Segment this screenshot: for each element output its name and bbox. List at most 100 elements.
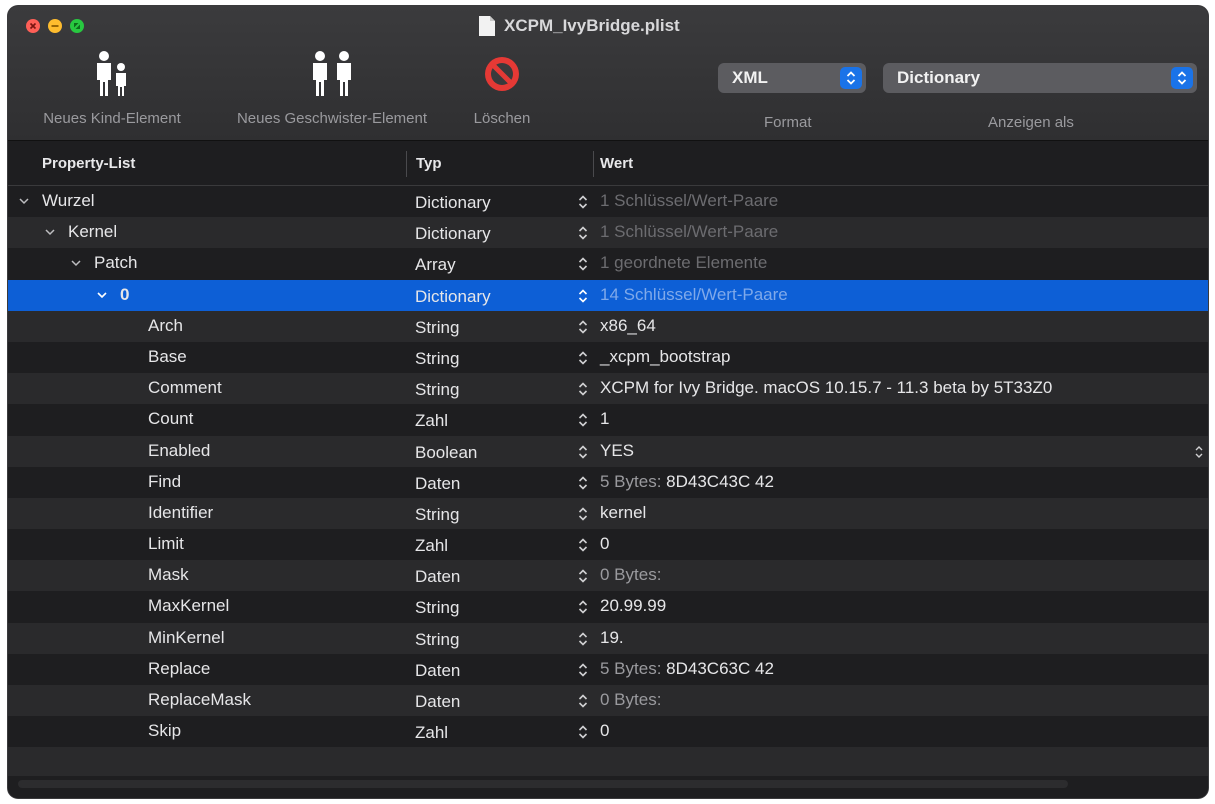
zoom-window-button[interactable]	[70, 19, 84, 33]
row-type[interactable]: String	[415, 349, 459, 369]
row-key[interactable]: Find	[148, 472, 181, 492]
row-key[interactable]: MinKernel	[148, 628, 225, 648]
type-stepper-icon[interactable]	[577, 319, 589, 335]
row-value[interactable]: _xcpm_bootstrap	[600, 347, 730, 367]
table-row[interactable]: Identifier String kernel	[8, 497, 1208, 530]
new-child-button[interactable]: Neues Kind-Element	[20, 50, 204, 127]
new-sibling-button[interactable]: Neues Geschwister-Element	[208, 50, 456, 127]
type-stepper-icon[interactable]	[577, 256, 589, 272]
type-stepper-icon[interactable]	[577, 537, 589, 553]
row-type[interactable]: Daten	[415, 661, 460, 681]
type-stepper-icon[interactable]	[577, 724, 589, 740]
row-value[interactable]: 5 Bytes: 8D43C63C 42	[600, 659, 774, 679]
row-type[interactable]: String	[415, 630, 459, 650]
column-divider[interactable]	[406, 151, 407, 177]
row-value[interactable]: 0	[600, 534, 609, 554]
type-stepper-icon[interactable]	[577, 225, 589, 241]
row-type[interactable]: Boolean	[415, 443, 477, 463]
table-row[interactable]: Limit Zahl 0	[8, 529, 1208, 560]
row-key[interactable]: Enabled	[148, 441, 210, 461]
close-window-button[interactable]	[26, 19, 40, 33]
horizontal-scrollbar[interactable]	[8, 776, 1208, 798]
type-stepper-icon[interactable]	[577, 194, 589, 210]
table-row[interactable]: Mask Daten 0 Bytes:	[8, 560, 1208, 592]
row-value[interactable]: 20.99.99	[600, 596, 666, 616]
row-type[interactable]: Dictionary	[415, 287, 491, 307]
row-type[interactable]: Zahl	[415, 411, 448, 431]
boolean-value-select[interactable]: YES	[600, 441, 634, 461]
type-stepper-icon[interactable]	[577, 568, 589, 584]
type-stepper-icon[interactable]	[577, 381, 589, 397]
row-type[interactable]: String	[415, 598, 459, 618]
table-row[interactable]: Wurzel Dictionary 1 Schlüssel/Wert-Paare	[8, 186, 1208, 217]
column-divider[interactable]	[593, 151, 594, 177]
row-value[interactable]: 19.	[600, 628, 624, 648]
row-key[interactable]: Comment	[148, 378, 222, 398]
row-type[interactable]: Dictionary	[415, 193, 491, 213]
type-stepper-icon[interactable]	[577, 350, 589, 366]
row-key[interactable]: Skip	[148, 721, 181, 741]
row-type[interactable]: Daten	[415, 567, 460, 587]
row-type[interactable]: Zahl	[415, 723, 448, 743]
table-row[interactable]: ReplaceMask Daten 0 Bytes:	[8, 685, 1208, 717]
boolean-stepper-icon[interactable]	[1194, 445, 1204, 459]
table-row[interactable]: Find Daten 5 Bytes: 8D43C43C 42	[8, 467, 1208, 498]
column-header-property[interactable]: Property-List	[42, 155, 135, 172]
format-select[interactable]: XML	[718, 63, 866, 93]
chevron-down-icon[interactable]	[44, 226, 56, 238]
type-stepper-icon[interactable]	[577, 412, 589, 428]
table-row[interactable]: Arch String x86_64	[8, 310, 1208, 342]
row-key[interactable]: Base	[148, 347, 187, 367]
row-type[interactable]: Daten	[415, 474, 460, 494]
type-stepper-icon[interactable]	[577, 506, 589, 522]
column-header-value[interactable]: Wert	[600, 155, 633, 172]
row-value[interactable]: 1	[600, 409, 609, 429]
row-key[interactable]: MaxKernel	[148, 596, 229, 616]
row-key[interactable]: Count	[148, 409, 193, 429]
table-row-selected[interactable]: 0 Dictionary 14 Schlüssel/Wert-Paare	[8, 279, 1208, 311]
row-value[interactable]: kernel	[600, 503, 646, 523]
chevron-down-icon[interactable]	[18, 195, 30, 207]
row-type[interactable]: Daten	[415, 692, 460, 712]
type-stepper-icon[interactable]	[577, 662, 589, 678]
row-type[interactable]: Dictionary	[415, 224, 491, 244]
row-value[interactable]: 5 Bytes: 8D43C43C 42	[600, 472, 774, 492]
view-as-select[interactable]: Dictionary	[883, 63, 1197, 93]
scrollbar-track[interactable]	[18, 780, 1068, 788]
row-key[interactable]: Arch	[148, 316, 183, 336]
type-stepper-icon[interactable]	[577, 599, 589, 615]
table-row[interactable]: Skip Zahl 0	[8, 716, 1208, 747]
delete-button[interactable]: Löschen	[460, 50, 544, 127]
chevron-down-icon[interactable]	[96, 289, 108, 301]
type-stepper-icon[interactable]	[577, 288, 589, 304]
row-key[interactable]: Mask	[148, 565, 189, 585]
type-stepper-icon[interactable]	[577, 631, 589, 647]
row-key[interactable]: Limit	[148, 534, 184, 554]
row-key[interactable]: Identifier	[148, 503, 213, 523]
table-row[interactable]: Enabled Boolean YES	[8, 435, 1208, 467]
table-row[interactable]: MaxKernel String 20.99.99	[8, 591, 1208, 622]
table-row[interactable]: Count Zahl 1	[8, 404, 1208, 435]
row-value[interactable]: x86_64	[600, 316, 656, 336]
row-value[interactable]: XCPM for Ivy Bridge. macOS 10.15.7 - 11.…	[600, 378, 1052, 398]
type-stepper-icon[interactable]	[577, 444, 589, 460]
row-key[interactable]: ReplaceMask	[148, 690, 251, 710]
table-row[interactable]: Comment String XCPM for Ivy Bridge. macO…	[8, 373, 1208, 405]
row-type[interactable]: String	[415, 380, 459, 400]
type-stepper-icon[interactable]	[577, 693, 589, 709]
row-type[interactable]: Array	[415, 255, 456, 275]
type-stepper-icon[interactable]	[577, 475, 589, 491]
row-value[interactable]: 0 Bytes:	[600, 565, 661, 585]
minimize-window-button[interactable]	[48, 19, 62, 33]
table-row[interactable]: Patch Array 1 geordnete Elemente	[8, 248, 1208, 279]
row-type[interactable]: Zahl	[415, 536, 448, 556]
table-row[interactable]: MinKernel String 19.	[8, 622, 1208, 654]
row-key[interactable]: Replace	[148, 659, 210, 679]
table-row[interactable]: Kernel Dictionary 1 Schlüssel/Wert-Paare	[8, 217, 1208, 249]
chevron-down-icon[interactable]	[70, 257, 82, 269]
row-value[interactable]: 0	[600, 721, 609, 741]
table-row[interactable]: Base String _xcpm_bootstrap	[8, 342, 1208, 373]
table-row[interactable]: Replace Daten 5 Bytes: 8D43C63C 42	[8, 654, 1208, 685]
row-value[interactable]: 0 Bytes:	[600, 690, 661, 710]
column-header-type[interactable]: Typ	[416, 155, 442, 172]
